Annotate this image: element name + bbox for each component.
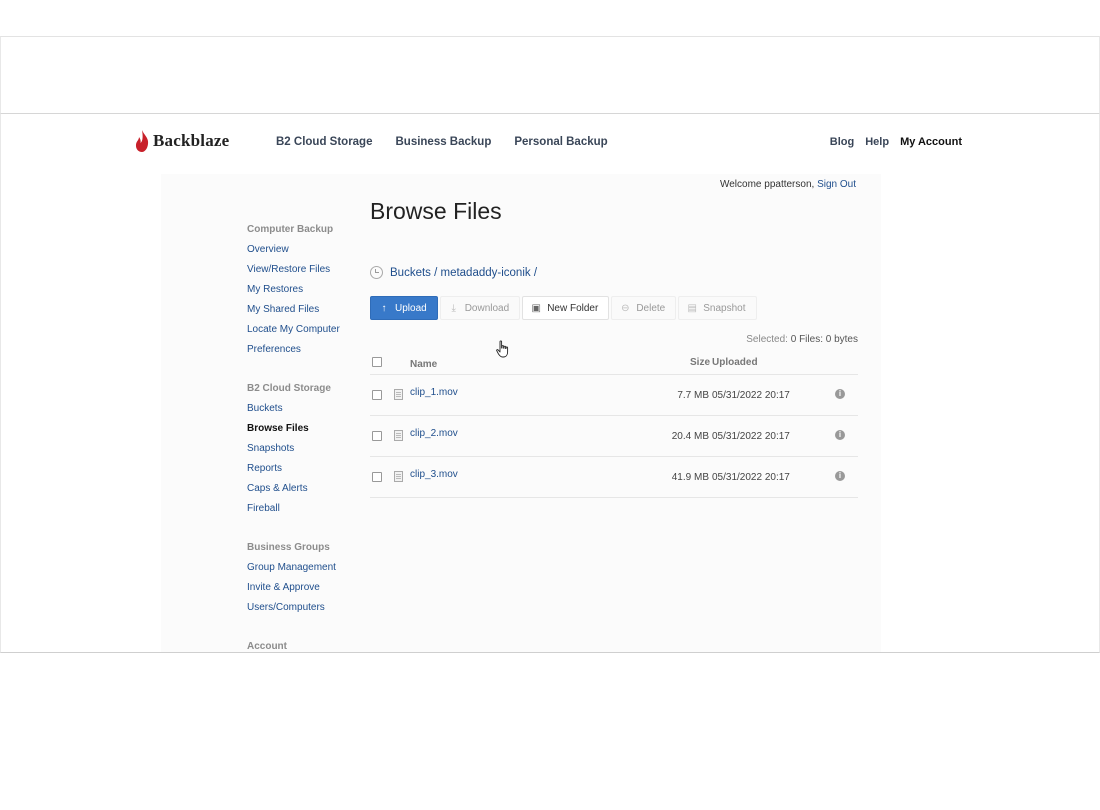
file-icon	[394, 430, 403, 441]
welcome-text: Welcome ppatterson,	[719, 179, 815, 190]
logo-text: Backblaze	[153, 131, 230, 150]
app-window: Backblaze B2 Cloud Storage Business Back…	[0, 114, 1100, 653]
sidebar-heading: Business Groups	[247, 542, 330, 553]
select-all-checkbox[interactable]	[372, 357, 382, 367]
sidebar-heading: Computer Backup	[247, 224, 334, 235]
table-row[interactable]: clip_2.mov 20.4 MB 05/31/2022 20:17 i	[370, 416, 858, 457]
sidebar-item-buckets[interactable]: Buckets	[247, 403, 357, 423]
sidebar-item-caps-alerts[interactable]: Caps & Alerts	[247, 483, 357, 503]
page-title: Browse Files	[370, 198, 502, 224]
sidebar-item-browse-files[interactable]: Browse Files	[247, 423, 357, 443]
breadcrumb-path[interactable]: Buckets / metadaddy-iconik /	[390, 267, 537, 279]
new-folder-label: New Folder	[547, 302, 599, 314]
nav-b2-cloud-storage[interactable]: B2 Cloud Storage	[276, 136, 372, 148]
info-icon[interactable]: i	[835, 389, 845, 399]
file-table: Name Size Uploaded clip_1.mov 7.7 MB 05/…	[370, 352, 858, 498]
file-icon	[394, 471, 403, 482]
hand-cursor-icon	[496, 340, 509, 358]
new-folder-button[interactable]: ▣ New Folder	[522, 296, 610, 320]
sidebar-item-locate-my-computer[interactable]: Locate My Computer	[247, 324, 357, 344]
backblaze-logo[interactable]: Backblaze	[135, 130, 229, 152]
sidebar-group-account: Account	[247, 641, 357, 652]
main-content: Browse Files Buckets / metadaddy-iconik …	[370, 198, 858, 498]
sidebar-group-computer-backup: Computer Backup Overview View/Restore Fi…	[247, 224, 357, 364]
browser-top-area	[0, 36, 1100, 114]
column-header-name[interactable]: Name	[410, 359, 437, 370]
table-row[interactable]: clip_3.mov 41.9 MB 05/31/2022 20:17 i	[370, 457, 858, 498]
minus-circle-icon: ⊖	[621, 302, 630, 314]
nav-my-account[interactable]: My Account	[900, 136, 962, 148]
nav-help[interactable]: Help	[865, 136, 889, 148]
nav-business-backup[interactable]: Business Backup	[395, 136, 491, 148]
column-header-uploaded[interactable]: Uploaded	[712, 357, 758, 368]
selection-value: 0 Files: 0 bytes	[790, 334, 858, 345]
sidebar-item-my-restores[interactable]: My Restores	[247, 284, 357, 304]
file-name-link[interactable]: clip_2.mov	[410, 428, 458, 439]
download-icon: ⤓	[451, 302, 456, 314]
sidebar-item-preferences[interactable]: Preferences	[247, 344, 357, 364]
sidebar-group-b2-cloud-storage: B2 Cloud Storage Buckets Browse Files Sn…	[247, 383, 357, 523]
column-header-size[interactable]: Size	[690, 357, 710, 368]
row-checkbox[interactable]	[372, 472, 382, 482]
file-icon	[394, 389, 403, 400]
sidebar-item-reports[interactable]: Reports	[247, 463, 357, 483]
delete-label: Delete	[636, 302, 666, 314]
sidebar-item-view-restore-files[interactable]: View/Restore Files	[247, 264, 357, 284]
sidebar-item-my-shared-files[interactable]: My Shared Files	[247, 304, 357, 324]
sign-out-link[interactable]: Sign Out	[817, 179, 856, 190]
file-size: 41.9 MB	[671, 472, 709, 483]
nav-personal-backup[interactable]: Personal Backup	[514, 136, 607, 148]
breadcrumb: Buckets / metadaddy-iconik /	[370, 266, 537, 279]
snapshot-icon: ▤	[687, 302, 697, 314]
file-uploaded: 05/31/2022 20:17	[712, 472, 790, 483]
row-checkbox[interactable]	[372, 390, 382, 400]
sidebar-item-invite-approve[interactable]: Invite & Approve	[247, 582, 357, 602]
delete-button[interactable]: ⊖ Delete	[611, 296, 677, 320]
snapshot-button[interactable]: ▤ Snapshot	[678, 296, 757, 320]
sidebar-heading: Account	[247, 641, 287, 652]
file-size: 20.4 MB	[671, 431, 709, 442]
welcome-message: Welcome ppatterson, Sign Out	[720, 179, 856, 190]
sidebar-item-fireball[interactable]: Fireball	[247, 503, 357, 523]
utility-nav: Blog Help My Account	[819, 136, 962, 148]
file-name-link[interactable]: clip_1.mov	[410, 387, 458, 398]
selection-summary: Selected: 0 Files: 0 bytes	[746, 334, 858, 345]
download-label: Download	[464, 302, 510, 314]
snapshot-label: Snapshot	[703, 302, 746, 314]
flame-icon	[135, 130, 149, 152]
top-nav: B2 Cloud Storage Business Backup Persona…	[276, 136, 631, 148]
table-row[interactable]: clip_1.mov 7.7 MB 05/31/2022 20:17 i	[370, 375, 858, 416]
sidebar-group-business-groups: Business Groups Group Management Invite …	[247, 542, 357, 622]
sidebar-heading: B2 Cloud Storage	[247, 383, 331, 394]
file-uploaded: 05/31/2022 20:17	[712, 390, 790, 401]
row-checkbox[interactable]	[372, 431, 382, 441]
upload-label: Upload	[395, 302, 427, 314]
table-header: Name Size Uploaded	[370, 352, 858, 375]
sidebar-item-users-computers[interactable]: Users/Computers	[247, 602, 357, 622]
arrow-up-icon: ↑	[381, 302, 387, 314]
info-icon[interactable]: i	[835, 471, 845, 481]
file-uploaded: 05/31/2022 20:17	[712, 431, 790, 442]
selection-label: Selected:	[746, 334, 788, 345]
sidebar-item-snapshots[interactable]: Snapshots	[247, 443, 357, 463]
file-size: 7.7 MB	[677, 390, 709, 401]
upload-button[interactable]: ↑ Upload	[370, 296, 438, 320]
folder-add-icon: ▣	[531, 302, 541, 314]
sidebar: Computer Backup Overview View/Restore Fi…	[247, 224, 357, 652]
file-toolbar: ↑ Upload ⤓ Download ▣ New Folder ⊖ Delet…	[370, 296, 759, 320]
info-icon[interactable]: i	[835, 430, 845, 440]
sidebar-item-overview[interactable]: Overview	[247, 244, 357, 264]
history-icon[interactable]	[370, 266, 383, 279]
nav-blog[interactable]: Blog	[830, 136, 854, 148]
download-button[interactable]: ⤓ Download	[439, 296, 521, 320]
sidebar-item-group-management[interactable]: Group Management	[247, 562, 357, 582]
file-name-link[interactable]: clip_3.mov	[410, 469, 458, 480]
